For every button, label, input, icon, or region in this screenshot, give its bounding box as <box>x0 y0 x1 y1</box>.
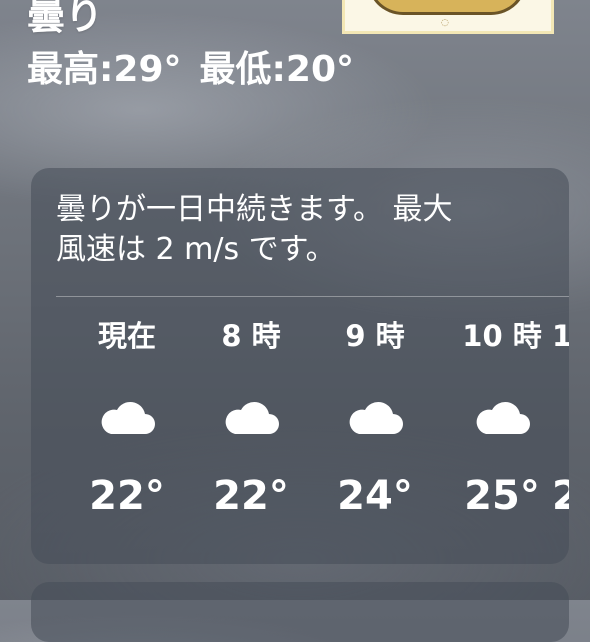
hour-label: 9 時 <box>345 319 405 353</box>
cloud-icon <box>225 401 279 434</box>
hour-item-now[interactable]: 現在 22° <box>82 316 172 518</box>
current-condition: 曇り <box>27 0 104 38</box>
hourly-forecast-list[interactable]: 現在 22° 8 時 22° 9 時 24° 10 時 25° 1 2 <box>31 316 569 546</box>
hour-temperature: 24° <box>337 473 413 519</box>
hour-item-10[interactable]: 10 時 25° <box>457 316 547 518</box>
hour-temperature: 22° <box>213 473 289 519</box>
hour-label: 10 時 <box>462 319 542 353</box>
current-weather-header: 曇り 最高:29° 最低:20° <box>27 0 354 90</box>
hourly-forecast-card[interactable]: 曇りが一日中続きます。 最大 風速は 2 m/s です。 現在 22° 8 時 … <box>31 168 569 564</box>
bowl-image <box>367 0 527 15</box>
hour-label: 8 時 <box>221 319 281 353</box>
hour-item-11-partial[interactable]: 1 2 <box>552 316 569 518</box>
summary-line-1: 曇りが一日中続きます。 最大 <box>56 192 453 227</box>
thumbnail-image[interactable]: ◌ <box>342 0 554 34</box>
hour-temperature: 22° <box>89 473 165 519</box>
hour-label: 1 <box>552 319 569 353</box>
hidden-icon-space <box>552 356 569 438</box>
hour-temperature: 2 <box>552 473 569 519</box>
cloud-icon <box>476 401 530 434</box>
high-low-temperatures: 最高:29° 最低:20° <box>27 49 354 90</box>
hour-temperature: 25° <box>464 473 540 519</box>
hour-item-9[interactable]: 9 時 24° <box>330 316 420 518</box>
summary-line-2: 風速は 2 m/s です。 <box>56 232 336 267</box>
hour-label: 現在 <box>97 319 156 353</box>
hour-item-8[interactable]: 8 時 22° <box>206 316 296 518</box>
thumbnail-mark: ◌ <box>441 18 449 28</box>
cloud-icon <box>101 401 155 434</box>
high-temperature: 最高:29° <box>27 49 182 90</box>
card-divider <box>56 296 569 297</box>
forecast-summary: 曇りが一日中続きます。 最大 風速は 2 m/s です。 <box>56 190 556 270</box>
next-card[interactable] <box>31 582 569 642</box>
cloud-icon <box>349 401 403 434</box>
low-temperature: 最低:20° <box>199 49 355 90</box>
